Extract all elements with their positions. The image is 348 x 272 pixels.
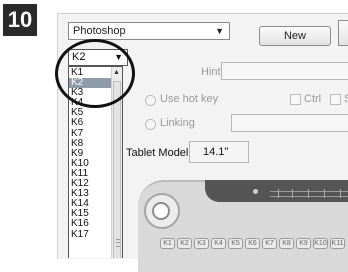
highlight-circle — [55, 39, 135, 108]
linking-label: Linking — [160, 117, 195, 129]
tablet-key-button[interactable]: K1 — [160, 238, 175, 249]
tablet-key-button[interactable]: K9 — [296, 238, 311, 249]
linking-input[interactable] — [231, 114, 348, 132]
tablet-key-button[interactable]: K3 — [194, 238, 209, 249]
tablet-touch-strip — [270, 189, 348, 198]
tablet-key-button[interactable]: K4 — [211, 238, 226, 249]
tablet-led-icon — [253, 189, 258, 194]
use-hot-key-radio[interactable] — [145, 95, 156, 106]
dropdown-arrow-icon: ▼ — [215, 26, 224, 36]
application-select[interactable]: Photoshop ▼ — [68, 22, 230, 40]
tablet-model-label: Tablet Model: — [126, 147, 192, 159]
tablet-key-button[interactable]: K5 — [228, 238, 243, 249]
tablet-key-button[interactable]: K10 — [313, 238, 328, 249]
shift-checkbox[interactable] — [330, 94, 341, 105]
cut-off-button[interactable] — [338, 20, 348, 46]
tablet-model-value: 14.1" — [189, 141, 249, 163]
new-button[interactable]: New — [259, 26, 331, 46]
key-list-item[interactable]: K16 — [69, 219, 112, 229]
ctrl-label: Ctrl — [304, 93, 322, 105]
linking-radio[interactable] — [145, 119, 156, 130]
application-select-value: Photoshop — [73, 25, 126, 37]
step-number-badge: 10 — [3, 4, 37, 36]
key-list-item[interactable]: K17 — [69, 229, 112, 240]
use-hot-key-label: Use hot key — [160, 93, 219, 105]
ctrl-checkbox[interactable] — [290, 94, 301, 105]
scroll-thumb[interactable] — [113, 81, 121, 258]
tablet-wheel-center[interactable] — [152, 202, 170, 220]
shift-label: S — [344, 93, 348, 105]
tablet-key-button[interactable]: K2 — [177, 238, 192, 249]
tablet-key-button[interactable]: K8 — [279, 238, 294, 249]
tablet-key-button[interactable]: K7 — [262, 238, 277, 249]
tablet-key-button[interactable]: K11 — [330, 238, 345, 249]
tablet-key-row: K1 K2 K3 K4 K5 K6 K7 K8 K9 K10 K11 — [160, 238, 345, 249]
hint-input[interactable] — [221, 62, 348, 80]
tablet-key-button[interactable]: K6 — [245, 238, 260, 249]
